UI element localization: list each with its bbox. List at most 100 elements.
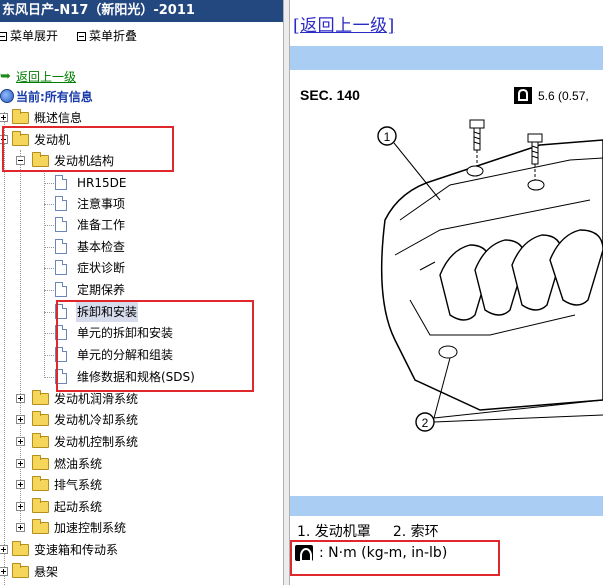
tree-item-symptom-diagnosis[interactable]: 症状诊断 — [0, 258, 283, 278]
tree-item-accelerator-control[interactable]: 加速控制系统 — [0, 518, 283, 538]
collapse-toggle-icon[interactable] — [0, 135, 8, 144]
folder-open-icon — [12, 131, 29, 146]
document-icon — [55, 347, 67, 362]
legend-units: : N·m (kg-m, in-lb) — [319, 545, 448, 561]
expand-toggle-icon[interactable] — [0, 567, 8, 576]
expand-toggle-icon[interactable] — [16, 437, 25, 446]
expand-toggle-icon[interactable] — [0, 113, 8, 122]
expand-toggle-icon[interactable] — [16, 459, 25, 468]
toc-tree: ➥ 返回上一级 当前:所有信息 概述信息 发动机 发动机结构 HR15DE 注意… — [0, 0, 283, 585]
folder-icon — [12, 109, 29, 124]
folder-icon — [32, 455, 49, 470]
document-icon — [55, 282, 67, 297]
tree-item-label: 拆卸和安装 — [76, 302, 139, 322]
tree-item-engine-control[interactable]: 发动机控制系统 — [0, 432, 283, 452]
back-up-link[interactable]: 返回上一级 — [16, 67, 76, 87]
expand-toggle-icon[interactable] — [16, 502, 25, 511]
tree-item-label: 燃油系统 — [54, 457, 103, 471]
tree-item-label: 发动机控制系统 — [54, 435, 139, 449]
callout-1: 1 — [384, 130, 391, 144]
tree-item-unit-disassembly-assembly[interactable]: 单元的分解和组装 — [0, 345, 283, 365]
tree-item-label: 发动机冷却系统 — [54, 413, 139, 427]
tree-item-label: HR15DE — [77, 176, 127, 190]
torque-wrench-icon — [295, 545, 313, 563]
tree-item-label: 排气系统 — [54, 478, 103, 492]
tree-item-precautions[interactable]: 注意事项 — [0, 194, 283, 214]
tree-item-unit-removal-installation[interactable]: 单元的拆卸和安装 — [0, 323, 283, 343]
document-icon — [55, 260, 67, 275]
folder-icon — [12, 563, 29, 578]
tree-item-overview[interactable]: 概述信息 — [0, 108, 283, 128]
content-pane: [返回上一级] SEC. 140 5.6 (0.57, 1 2 1. 发动机罩 … — [290, 0, 603, 585]
document-icon — [55, 196, 67, 211]
tree-item-label: 基本检查 — [77, 240, 126, 254]
tree-item-hr15de[interactable]: HR15DE — [0, 173, 283, 193]
tree-item-label: 准备工作 — [77, 218, 126, 232]
pane-splitter[interactable] — [283, 0, 290, 585]
tree-item-label: 单元的分解和组装 — [77, 348, 174, 362]
expand-toggle-icon[interactable] — [16, 415, 25, 424]
folder-icon — [32, 390, 49, 405]
tree-item-label: 变速箱和传动系 — [34, 543, 119, 557]
content-band-top — [290, 46, 603, 70]
engine-cover-diagram: SEC. 140 5.6 (0.57, 1 2 — [300, 87, 603, 432]
tree-item-engine-structure[interactable]: 发动机结构 — [0, 151, 283, 171]
tree-item-label: 症状诊断 — [77, 261, 126, 275]
tree-item-suspension[interactable]: 悬架 — [0, 562, 283, 582]
tree-item-fuel-system[interactable]: 燃油系统 — [0, 454, 283, 474]
current-location: 当前:所有信息 — [0, 87, 283, 107]
tree-item-service-data-sds[interactable]: 维修数据和规格(SDS) — [0, 367, 283, 387]
tree-item-label: 发动机结构 — [54, 154, 115, 168]
tree-item-label: 发动机润滑系统 — [54, 392, 139, 406]
figure-section-label: SEC. 140 — [300, 87, 360, 103]
torque-wrench-icon — [514, 87, 532, 104]
tree-item-label: 加速控制系统 — [54, 521, 127, 535]
figure-caption: 1. 发动机罩 2. 索环 — [297, 521, 439, 541]
tree-item-preparation[interactable]: 准备工作 — [0, 215, 283, 235]
bolt-left — [469, 119, 485, 151]
tree-item-starting-system[interactable]: 起动系统 — [0, 497, 283, 517]
tree-item-label: 起动系统 — [54, 500, 103, 514]
navigation-pane: 东风日产-N17（新阳光）-2011 菜单展开 菜单折叠 ➥ 返回上一级 当前:… — [0, 0, 283, 585]
document-icon — [55, 304, 67, 319]
tree-item-engine-lubrication[interactable]: 发动机润滑系统 — [0, 389, 283, 409]
folder-icon — [32, 476, 49, 491]
back-up-item[interactable]: ➥ 返回上一级 — [0, 67, 283, 87]
expand-toggle-icon[interactable] — [0, 545, 8, 554]
folder-icon — [32, 433, 49, 448]
document-icon — [55, 239, 67, 254]
folder-icon — [32, 519, 49, 534]
tree-item-label: 悬架 — [34, 565, 59, 579]
expand-toggle-icon[interactable] — [16, 523, 25, 532]
document-icon — [55, 175, 67, 190]
torque-legend: : N·m (kg-m, in-lb) — [295, 545, 448, 563]
document-icon — [55, 217, 67, 232]
expand-toggle-icon[interactable] — [16, 394, 25, 403]
folder-icon — [32, 498, 49, 513]
document-icon — [55, 325, 67, 340]
tree-item-engine-cooling[interactable]: 发动机冷却系统 — [0, 410, 283, 430]
expand-toggle-icon[interactable] — [16, 480, 25, 489]
tree-item-label: 注意事项 — [77, 197, 126, 211]
tree-item-periodic-maintenance[interactable]: 定期保养 — [0, 280, 283, 300]
folder-open-icon — [32, 152, 49, 167]
tree-item-removal-installation[interactable]: 拆卸和安装 — [0, 302, 283, 322]
folder-icon — [32, 411, 49, 426]
tree-item-label: 发动机 — [34, 133, 71, 147]
tree-item-exhaust-system[interactable]: 排气系统 — [0, 475, 283, 495]
folder-icon — [12, 541, 29, 556]
content-band-bottom — [290, 496, 603, 516]
torque-value: 5.6 (0.57, — [538, 89, 589, 103]
caption-item-grommet: 2. 索环 — [392, 524, 439, 540]
document-icon — [55, 369, 67, 384]
tree-item-transmission[interactable]: 变速箱和传动系 — [0, 540, 283, 560]
current-location-label: 当前:所有信息 — [16, 90, 93, 104]
collapse-toggle-icon[interactable] — [16, 156, 25, 165]
back-link[interactable]: [返回上一级] — [293, 11, 395, 36]
tree-item-label: 定期保养 — [77, 283, 126, 297]
caption-item-hood: 1. 发动机罩 — [297, 524, 371, 540]
engine-cover-figure: SEC. 140 5.6 (0.57, 1 2 — [290, 70, 603, 496]
back-arrow-icon: ➥ — [0, 69, 11, 84]
tree-item-basic-inspection[interactable]: 基本检查 — [0, 237, 283, 257]
tree-item-engine[interactable]: 发动机 — [0, 130, 283, 150]
